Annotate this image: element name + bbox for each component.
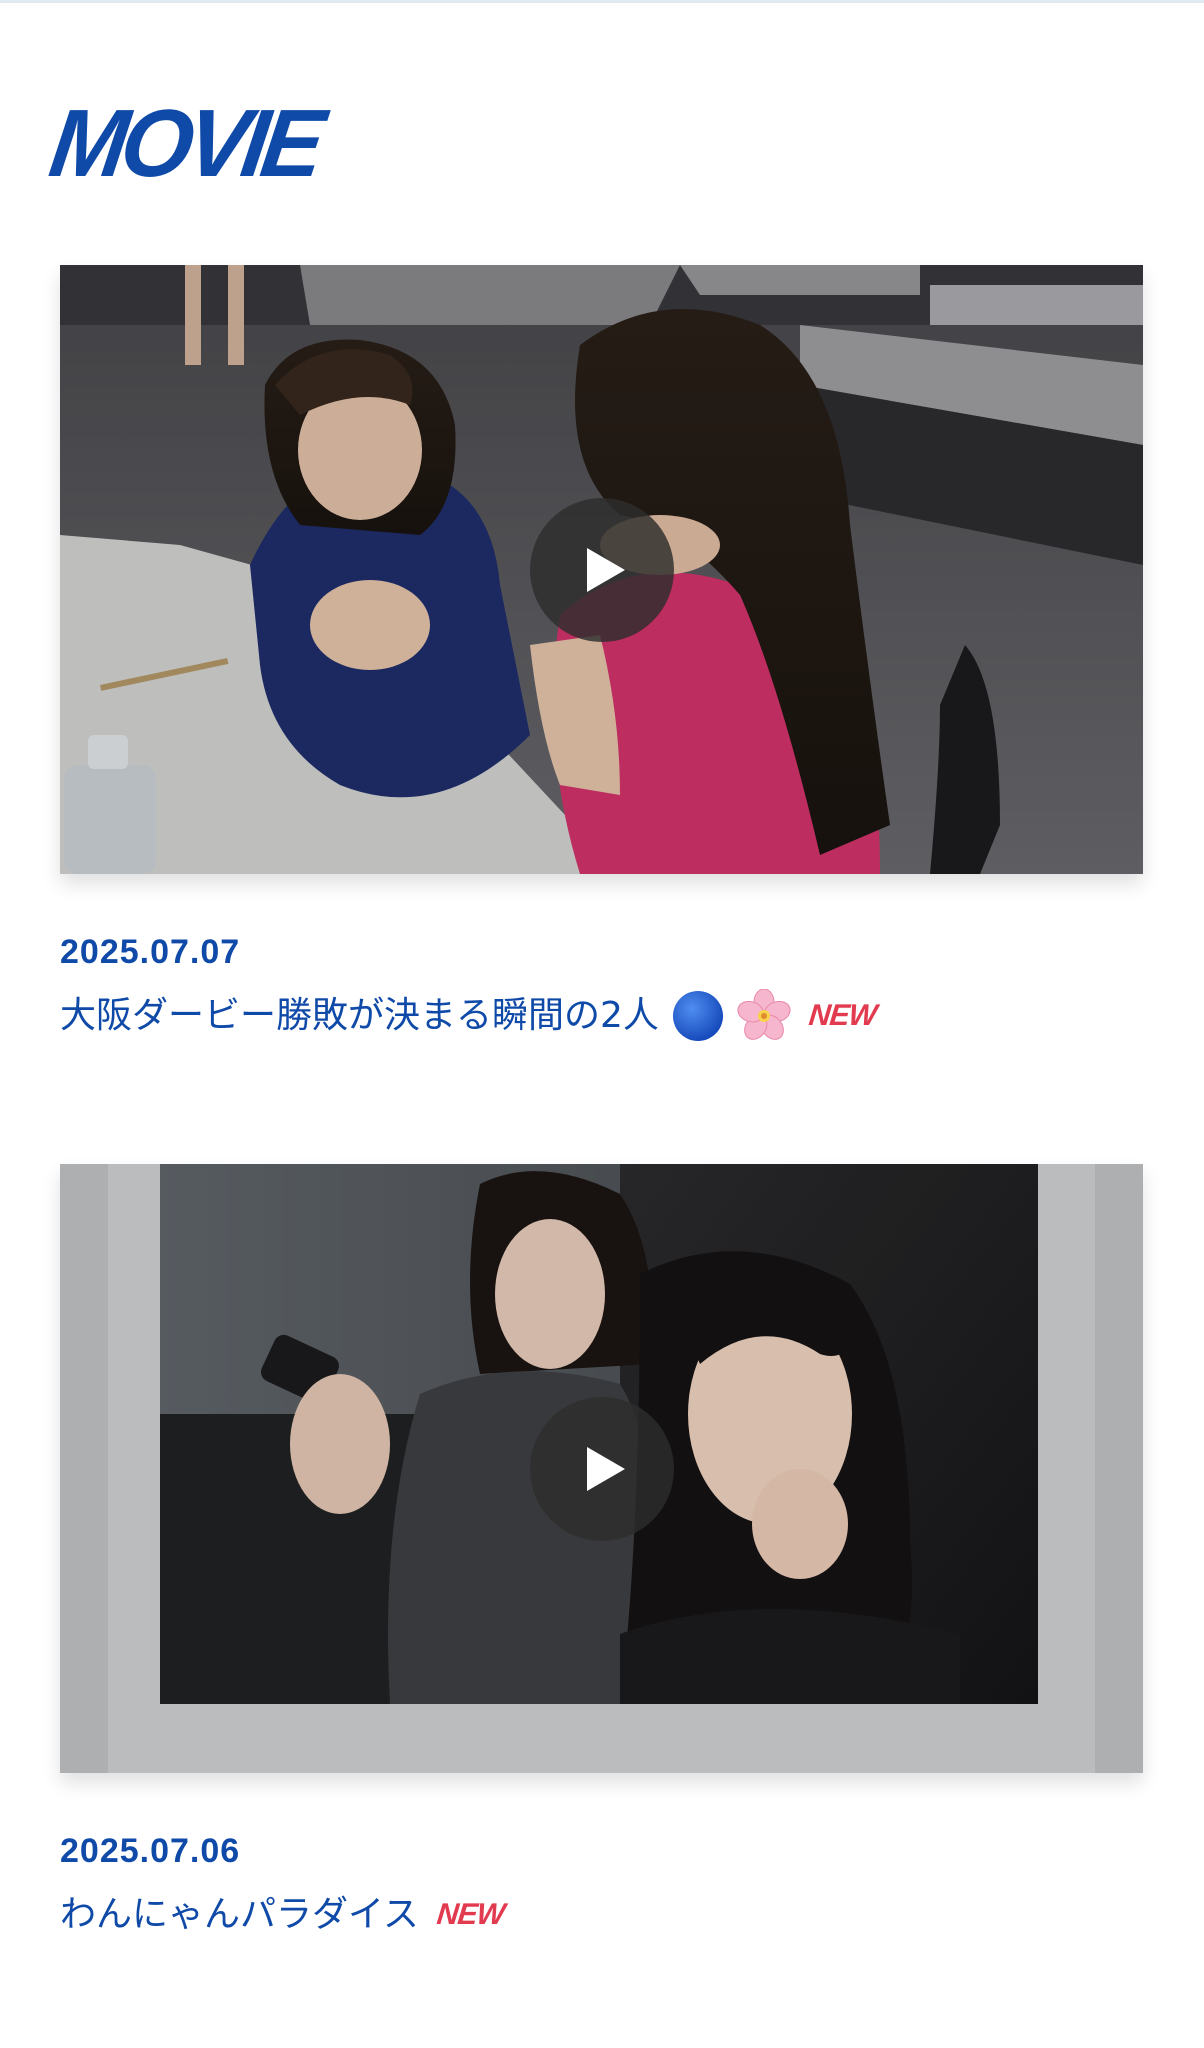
movie-title[interactable]: 大阪ダービー勝敗が決まる瞬間の2人 — [60, 992, 659, 1040]
movie-card[interactable]: 2025.07.06 わんにゃんパラダイス NEW — [60, 1164, 1143, 1943]
movie-title-row: わんにゃんパラダイス NEW — [60, 1887, 1143, 1943]
movie-thumbnail[interactable] — [60, 265, 1143, 874]
section-title-movie: MOVIE — [43, 90, 326, 197]
movie-date: 2025.07.06 — [60, 1832, 241, 1870]
movie-title[interactable]: わんにゃんパラダイス — [60, 1891, 419, 1939]
play-button[interactable] — [530, 498, 674, 642]
play-icon — [587, 548, 625, 592]
play-button[interactable] — [530, 1397, 674, 1541]
play-icon — [587, 1447, 625, 1491]
top-divider — [0, 0, 1204, 3]
new-badge: NEW — [435, 1898, 506, 1931]
movie-date: 2025.07.07 — [60, 933, 241, 971]
new-badge: NEW — [807, 999, 878, 1032]
movie-card[interactable]: 2025.07.07 大阪ダービー勝敗が決まる瞬間の2人 NEW — [60, 265, 1143, 1044]
movie-thumbnail[interactable] — [60, 1164, 1143, 1773]
cherry-blossom-icon — [737, 989, 791, 1040]
blue-circle-icon — [672, 991, 723, 1041]
movie-title-row: 大阪ダービー勝敗が決まる瞬間の2人 NEW — [60, 988, 1143, 1044]
